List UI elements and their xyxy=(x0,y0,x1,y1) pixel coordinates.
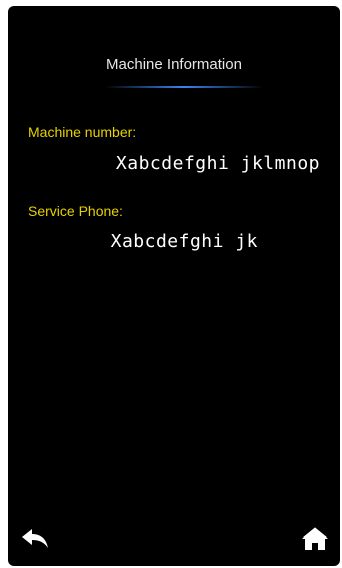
machine-number-value: Xabcdefghi jklmnop xyxy=(115,153,320,174)
home-icon xyxy=(302,527,328,550)
machine-number-label: Machine number: xyxy=(28,124,137,140)
service-phone-label: Service Phone: xyxy=(28,203,123,219)
service-phone-value: Xabcdefghi jk xyxy=(110,231,258,252)
back-arrow-icon xyxy=(22,529,48,548)
back-button[interactable] xyxy=(20,526,50,552)
home-button[interactable] xyxy=(300,526,330,552)
page-title: Machine Information xyxy=(106,56,242,73)
title-underline xyxy=(104,86,264,88)
machine-info-screen: Machine Information Machine number: Xabc… xyxy=(8,6,340,566)
